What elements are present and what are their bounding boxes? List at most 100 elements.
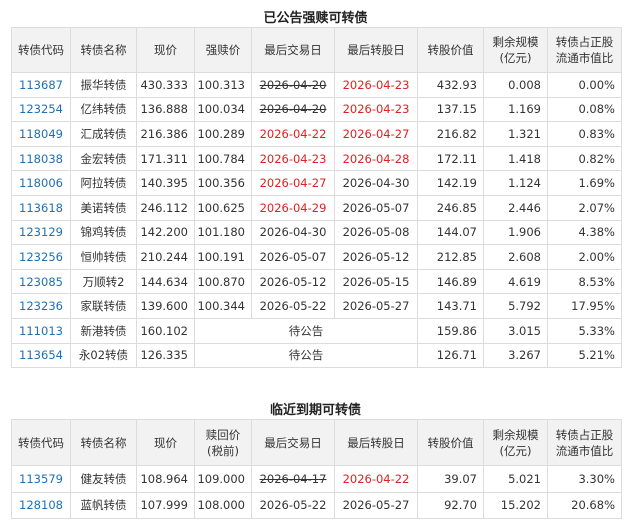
remaining-scale-cell: 1.321 — [483, 121, 548, 147]
bond-code-link[interactable]: 113654 — [19, 348, 63, 362]
bond-name-cell: 永02转债 — [70, 342, 137, 369]
bond-code-cell: 113687 — [11, 72, 71, 98]
bond-code-cell: 123254 — [11, 96, 71, 123]
conversion-value-cell: 144.07 — [417, 219, 484, 246]
column-header: 最后转股日 — [334, 419, 418, 466]
price-cell: 108.964 — [136, 465, 195, 493]
last-convert-date-cell: 2026-04-30 — [334, 170, 418, 196]
last-trade-date-cell: 2026-04-29 — [251, 194, 335, 221]
table-row: 113579 健友转债 108.964 109.000 2026-04-17 2026-0… — [11, 465, 622, 493]
table-body: 113687 振华转债 430.333 100.313 2026-04-20 2026-0… — [11, 72, 622, 369]
bond-name-cell: 家联转债 — [70, 293, 137, 319]
bond-code-link[interactable]: 123129 — [19, 225, 63, 239]
bond-code-link[interactable]: 123256 — [19, 250, 63, 264]
remaining-scale-cell: 0.008 — [483, 72, 548, 98]
bond-name-cell: 金宏转债 — [70, 145, 137, 172]
last-convert-date-cell: 2026-04-27 — [334, 121, 418, 147]
last-convert-date-cell: 2026-04-28 — [334, 145, 418, 172]
table-header-row: 转债代码 转债名称 现价 强赎价 最后交易日 最后转股日 转股价值 剩余规模 (亿元) 转债占正… — [11, 27, 622, 73]
market-cap-ratio-cell: 0.00% — [547, 72, 622, 98]
conversion-value-cell: 216.82 — [417, 121, 484, 147]
last-trade-date-cell: 2026-04-22 — [251, 121, 335, 147]
bond-name-cell: 蓝帆转债 — [70, 491, 137, 519]
conversion-value-cell: 146.89 — [417, 268, 484, 295]
bond-code-link[interactable]: 123085 — [19, 275, 63, 289]
bond-code-cell: 113618 — [11, 194, 71, 221]
bond-code-cell: 123236 — [11, 293, 71, 319]
last-convert-date-cell: 2026-05-27 — [334, 293, 418, 319]
last-trade-date-cell: 2026-04-23 — [251, 145, 335, 172]
redeem-price-cell: 108.000 — [194, 491, 252, 519]
redeem-price-cell: 100.313 — [194, 72, 252, 98]
market-cap-ratio-cell: 17.95% — [547, 293, 622, 319]
last-convert-date-cell: 2026-04-22 — [334, 465, 418, 493]
bond-code-link[interactable]: 118049 — [19, 127, 63, 141]
price-cell: 126.335 — [136, 342, 195, 369]
price-cell: 160.102 — [136, 317, 195, 344]
market-cap-ratio-cell: 4.38% — [547, 219, 622, 246]
table-row: 113654 永02转债 126.335 待公告 126.71 3.267 5.21% — [11, 342, 622, 369]
bond-code-link[interactable]: 128108 — [19, 498, 63, 512]
bond-code-link[interactable]: 118006 — [19, 176, 63, 190]
market-cap-ratio-cell: 0.08% — [547, 96, 622, 123]
price-cell: 246.112 — [136, 194, 195, 221]
column-header: 剩余规模 (亿元) — [483, 27, 548, 73]
remaining-scale-cell: 2.608 — [483, 244, 548, 270]
conversion-value-cell: 142.19 — [417, 170, 484, 196]
table-row: 118049 汇成转债 216.386 100.289 2026-04-22 2026-0… — [11, 121, 622, 147]
column-header: 赎回价 (税前) — [194, 419, 252, 466]
bond-code-cell: 118006 — [11, 170, 71, 196]
conversion-value-cell: 39.07 — [417, 465, 484, 493]
price-cell: 210.244 — [136, 244, 195, 270]
conversion-value-cell: 143.71 — [417, 293, 484, 319]
last-trade-date-cell: 2026-04-27 — [251, 170, 335, 196]
bond-code-link[interactable]: 113618 — [19, 201, 63, 215]
table-row: 118038 金宏转债 171.311 100.784 2026-04-23 2026-0… — [11, 145, 622, 172]
conversion-value-cell: 92.70 — [417, 491, 484, 519]
bond-code-link[interactable]: 113687 — [19, 78, 63, 92]
pending-announcement-cell: 待公告 — [194, 317, 418, 344]
bond-code-link[interactable]: 113579 — [19, 472, 63, 486]
price-cell: 171.311 — [136, 145, 195, 172]
market-cap-ratio-cell: 2.07% — [547, 194, 622, 221]
remaining-scale-cell: 15.202 — [483, 491, 548, 519]
bond-code-link[interactable]: 111013 — [19, 324, 63, 338]
bond-code-cell: 111013 — [11, 317, 71, 344]
bond-code-cell: 123085 — [11, 268, 71, 295]
price-cell: 140.395 — [136, 170, 195, 196]
conversion-value-cell: 137.15 — [417, 96, 484, 123]
bond-code-cell: 123129 — [11, 219, 71, 246]
pending-announcement-cell: 待公告 — [194, 342, 418, 369]
last-trade-date-cell: 2026-05-22 — [251, 491, 335, 519]
bond-code-link[interactable]: 118038 — [19, 152, 63, 166]
conversion-value-cell: 172.11 — [417, 145, 484, 172]
bond-code-link[interactable]: 123254 — [19, 102, 63, 116]
price-cell: 107.999 — [136, 491, 195, 519]
forced-redemption-table: 转债代码 转债名称 现价 强赎价 最后交易日 最后转股日 转股价值 剩余规模 (亿元) 转债占正… — [11, 27, 622, 369]
table-row: 118006 阿拉转债 140.395 100.356 2026-04-27 2026-0… — [11, 170, 622, 196]
table-row: 123254 亿纬转债 136.888 100.034 2026-04-20 2026-0… — [11, 96, 622, 123]
market-cap-ratio-cell: 5.33% — [547, 317, 622, 344]
column-header: 转债名称 — [70, 27, 137, 73]
market-cap-ratio-cell: 20.68% — [547, 491, 622, 519]
last-convert-date-cell: 2026-04-23 — [334, 72, 418, 98]
last-convert-date-cell: 2026-05-08 — [334, 219, 418, 246]
column-header: 转股价值 — [417, 27, 484, 73]
bond-code-cell: 118038 — [11, 145, 71, 172]
bond-name-cell: 阿拉转债 — [70, 170, 137, 196]
table-row: 123129 锦鸡转债 142.200 101.180 2026-04-30 2026-0… — [11, 219, 622, 246]
last-trade-date-cell: 2026-04-20 — [251, 72, 335, 98]
price-cell: 430.333 — [136, 72, 195, 98]
market-cap-ratio-cell: 8.53% — [547, 268, 622, 295]
table-row: 123236 家联转债 139.600 100.344 2026-05-22 2026-0… — [11, 293, 622, 319]
redeem-price-cell: 100.289 — [194, 121, 252, 147]
conversion-value-cell: 126.71 — [417, 342, 484, 369]
column-header: 转股价值 — [417, 419, 484, 466]
price-cell: 139.600 — [136, 293, 195, 319]
market-cap-ratio-cell: 0.82% — [547, 145, 622, 172]
bond-code-link[interactable]: 123236 — [19, 299, 63, 313]
table-row: 113618 美诺转债 246.112 100.625 2026-04-29 2026-0… — [11, 194, 622, 221]
column-header: 转债名称 — [70, 419, 137, 466]
remaining-scale-cell: 2.446 — [483, 194, 548, 221]
redeem-price-cell: 100.191 — [194, 244, 252, 270]
